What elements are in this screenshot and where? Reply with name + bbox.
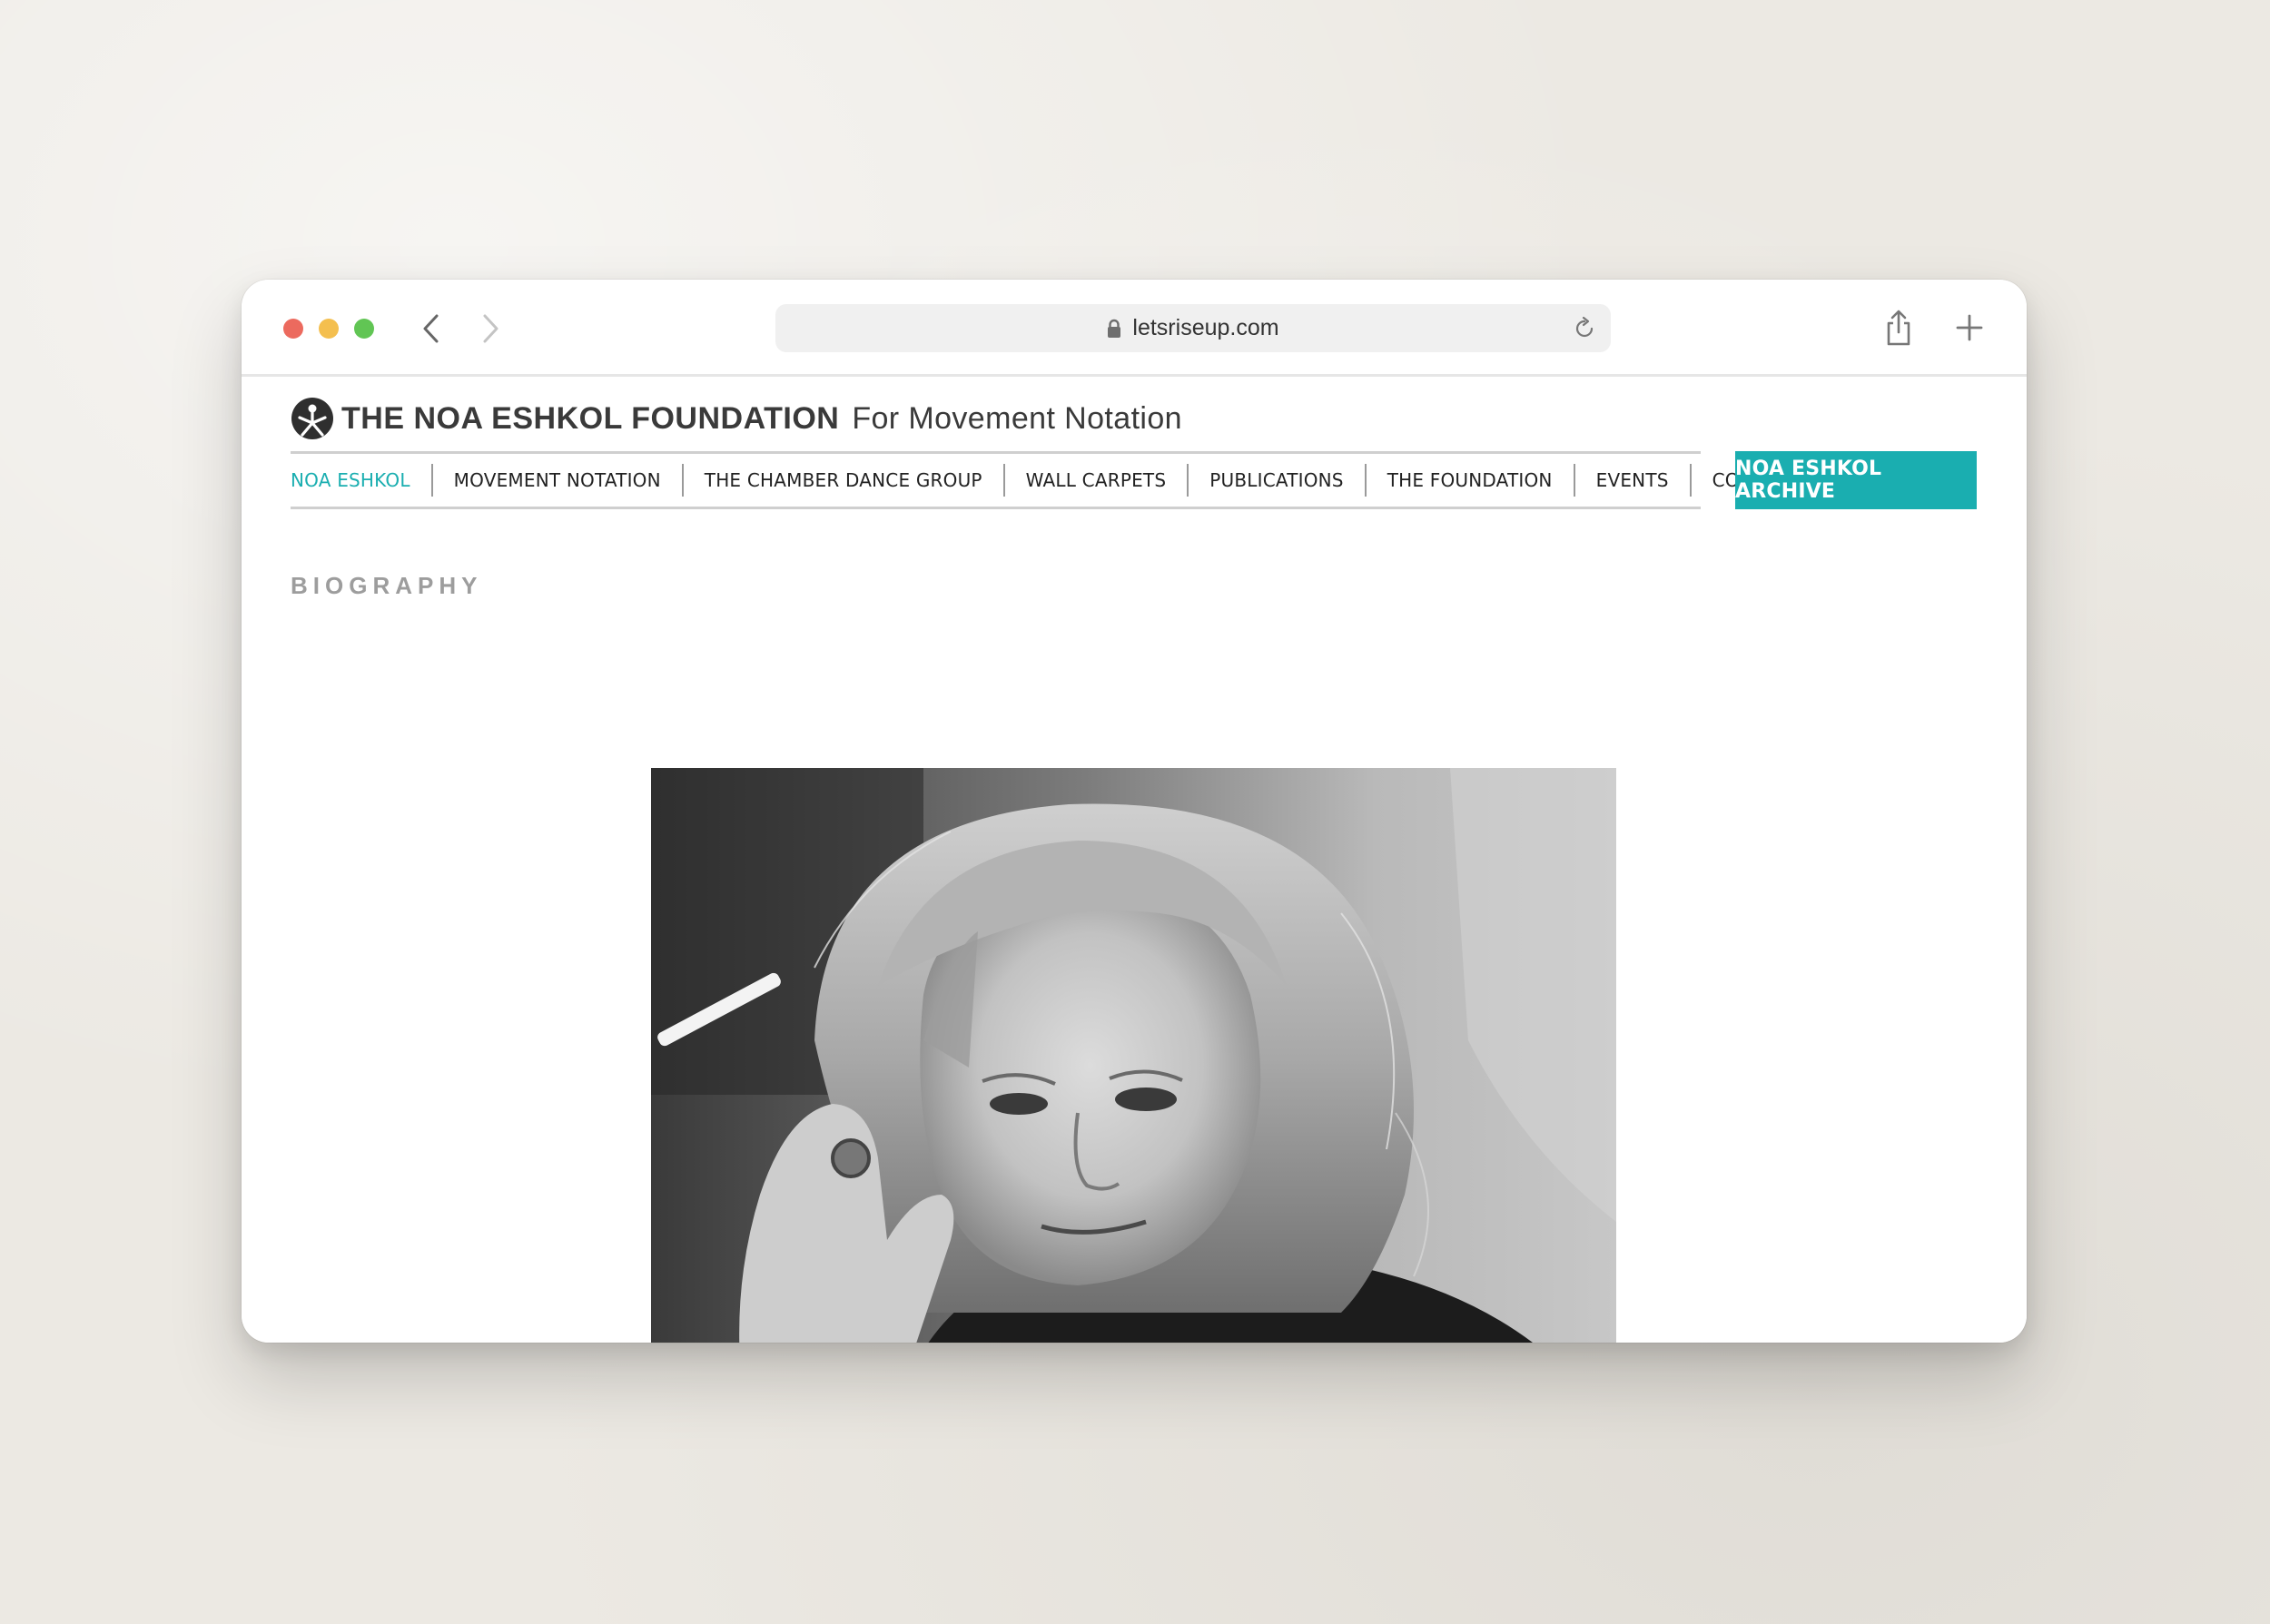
nav-item-chamber-dance-group[interactable]: THE CHAMBER DANCE GROUP (681, 464, 1003, 497)
nav-item-movement-notation[interactable]: MOVEMENT NOTATION (430, 464, 682, 497)
forward-arrow-icon[interactable] (474, 312, 505, 345)
lock-icon (1108, 319, 1121, 338)
back-arrow-icon[interactable] (417, 312, 448, 345)
share-icon[interactable] (1880, 309, 1917, 347)
close-window-button[interactable] (283, 319, 303, 339)
browser-window: letsriseup.com THE NOA ESHKOL FOUNDATION… (242, 280, 2027, 1343)
nav-item-the-foundation[interactable]: THE FOUNDATION (1364, 464, 1574, 497)
nav-item-noa-eshkol[interactable]: NOA ESHKOL (291, 464, 431, 497)
nav-item-events[interactable]: EVENTS (1573, 464, 1690, 497)
main-navigation: NOA ESHKOL MOVEMENT NOTATION THE CHAMBER… (291, 451, 1800, 509)
page-title: BIOGRAPHY (291, 572, 483, 599)
web-page: THE NOA ESHKOL FOUNDATION For Movement N… (242, 379, 2027, 1343)
archive-button[interactable]: NOA ESHKOL ARCHIVE (1735, 451, 1977, 509)
site-header-brand[interactable]: THE NOA ESHKOL FOUNDATION For Movement N… (291, 396, 1182, 441)
nav-item-wall-carpets[interactable]: WALL CARPETS (1002, 464, 1188, 497)
url-text: letsriseup.com (1132, 315, 1279, 340)
nav-item-publications[interactable]: PUBLICATIONS (1187, 464, 1364, 497)
browser-toolbar: letsriseup.com (242, 280, 2027, 377)
brand-name: THE NOA ESHKOL FOUNDATION (341, 400, 840, 436)
reload-icon[interactable] (1571, 315, 1598, 342)
brand-tagline: For Movement Notation (852, 400, 1182, 436)
minimize-window-button[interactable] (319, 319, 339, 339)
zoom-window-button[interactable] (354, 319, 374, 339)
new-tab-icon[interactable] (1951, 309, 1988, 347)
portrait-photo (651, 768, 1616, 1343)
address-bar[interactable]: letsriseup.com (775, 304, 1611, 352)
foundation-logo-icon (291, 398, 333, 439)
